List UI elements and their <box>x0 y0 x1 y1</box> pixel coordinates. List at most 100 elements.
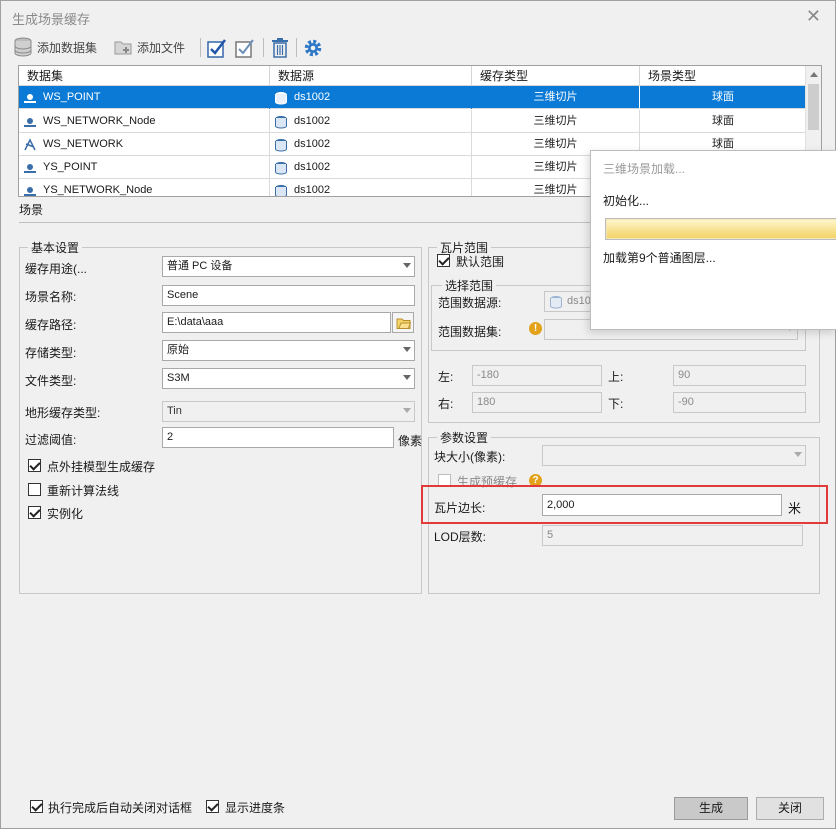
storage-type-label: 存储类型: <box>25 346 77 360</box>
close-button[interactable]: 关闭 <box>756 797 824 820</box>
cell-dataset: YS_NETWORK_Node <box>43 184 153 196</box>
lod-input[interactable]: 5 <box>542 525 803 546</box>
recalc-normals-checkbox[interactable] <box>28 483 41 496</box>
storage-type-select[interactable]: 原始 <box>162 340 415 361</box>
cell-datasource: ds1002 <box>294 138 331 150</box>
block-size-select[interactable] <box>542 445 806 466</box>
toolbar-separator <box>296 38 297 57</box>
datasource-icon <box>275 91 287 104</box>
browse-folder-button[interactable] <box>392 312 414 333</box>
show-progress-checkbox[interactable] <box>206 800 219 813</box>
tab-scene[interactable]: 场景 <box>19 201 43 218</box>
bottom-input[interactable]: -90 <box>673 392 806 413</box>
database-icon <box>14 37 32 57</box>
dialog-window: 生成场景缓存 ✕ 添加数据集 添加文件 数据集 数据源 缓存类型 场景类型 WS… <box>0 0 836 829</box>
highlight-box <box>421 485 828 524</box>
default-range-checkbox[interactable] <box>437 254 450 267</box>
chevron-down-icon <box>403 263 411 268</box>
scroll-up-icon[interactable] <box>810 72 818 77</box>
cell-scene-type[interactable]: 球面 <box>640 110 806 133</box>
chevron-down-icon <box>403 347 411 352</box>
toolbar-separator <box>200 38 201 57</box>
instancing-label: 实例化 <box>47 507 84 521</box>
add-file-label: 添加文件 <box>137 40 186 55</box>
cell-datasource: ds1002 <box>294 184 331 196</box>
file-type-label: 文件类型: <box>25 374 77 388</box>
auto-close-checkbox[interactable] <box>30 800 43 813</box>
top-label: 上: <box>608 370 624 384</box>
chevron-down-icon <box>403 408 411 413</box>
column-header-scene-type[interactable]: 场景类型 <box>640 66 806 86</box>
cache-path-input[interactable]: E:\data\aaa <box>162 312 391 333</box>
select-range-title: 选择范围 <box>442 277 497 294</box>
show-progress-label: 显示进度条 <box>225 801 286 815</box>
toolbar: 添加数据集 添加文件 <box>1 34 835 60</box>
scene-name-input[interactable]: Scene <box>162 285 415 306</box>
cache-usage-value: 普通 PC 设备 <box>167 260 233 272</box>
storage-type-value: 原始 <box>167 344 189 356</box>
point-model-cache-checkbox[interactable] <box>28 459 41 472</box>
datasource-icon <box>275 115 287 128</box>
add-file-icon <box>114 41 132 55</box>
cache-usage-select[interactable]: 普通 PC 设备 <box>162 256 415 277</box>
params-title: 参数设置 <box>437 429 492 446</box>
datasource-icon <box>550 295 562 308</box>
warning-icon: ! <box>529 322 542 335</box>
terrain-cache-type-select[interactable]: Tin <box>162 401 415 422</box>
column-header-dataset[interactable]: 数据集 <box>19 66 270 86</box>
cell-dataset: WS_NETWORK_Node <box>43 115 156 127</box>
left-input[interactable]: -180 <box>472 365 602 386</box>
range-datasource-value: ds10 <box>567 295 591 307</box>
instancing-checkbox[interactable] <box>28 506 41 519</box>
column-header-cache-type[interactable]: 缓存类型 <box>472 66 640 86</box>
cell-scene-type[interactable]: 球面 <box>640 86 806 109</box>
datasource-icon <box>275 138 287 151</box>
default-range-label: 默认范围 <box>456 255 505 269</box>
range-datasource-label: 范围数据源: <box>438 296 502 310</box>
point-model-cache-label: 点外挂模型生成缓存 <box>47 460 156 474</box>
range-dataset-label: 范围数据集: <box>438 325 502 339</box>
file-type-select[interactable]: S3M <box>162 368 415 389</box>
node-dataset-icon <box>24 186 36 196</box>
filter-threshold-input[interactable]: 2 <box>162 427 394 448</box>
node-dataset-icon <box>24 117 36 127</box>
block-size-label: 块大小(像素): <box>434 450 506 464</box>
right-label: 右: <box>438 397 454 411</box>
table-row[interactable]: WS_NETWORK_Node ds1002 三维切片 球面 <box>19 110 806 133</box>
cell-datasource: ds1002 <box>294 161 331 173</box>
column-header-datasource[interactable]: 数据源 <box>270 66 472 86</box>
window-title: 生成场景缓存 <box>12 12 91 27</box>
recalc-normals-label: 重新计算法线 <box>47 484 120 498</box>
filter-threshold-label: 过滤阈值: <box>25 433 77 447</box>
toolbar-separator <box>263 38 264 57</box>
cell-cache-type[interactable]: 三维切片 <box>472 110 640 133</box>
scroll-thumb[interactable] <box>808 84 819 130</box>
close-icon[interactable]: ✕ <box>806 6 821 26</box>
title-bar: 生成场景缓存 ✕ <box>1 1 835 33</box>
popup-loading-text: 加载第9个普通图层... <box>603 251 716 265</box>
folder-icon <box>396 318 411 329</box>
generate-button[interactable]: 生成 <box>674 797 748 820</box>
datasource-icon <box>275 161 287 174</box>
add-file-button[interactable]: 添加文件 <box>113 34 185 60</box>
table-row[interactable]: WS_POINT ds1002 三维切片 球面 <box>19 86 806 109</box>
cache-usage-label: 缓存用途(... <box>25 262 87 276</box>
cell-dataset: WS_POINT <box>43 91 101 103</box>
table-header: 数据集 数据源 缓存类型 场景类型 <box>19 66 806 86</box>
top-input[interactable]: 90 <box>673 365 806 386</box>
invert-select-icon[interactable] <box>234 37 256 59</box>
scene-name-label: 场景名称: <box>25 290 77 304</box>
add-dataset-label: 添加数据集 <box>37 40 98 55</box>
delete-icon[interactable] <box>269 37 291 59</box>
add-dataset-button[interactable]: 添加数据集 <box>13 34 97 60</box>
basic-settings-title: 基本设置 <box>28 239 83 256</box>
cell-cache-type[interactable]: 三维切片 <box>472 86 640 109</box>
datasource-icon <box>275 184 287 196</box>
popup-title: 三维场景加载... <box>603 162 686 176</box>
filter-unit-label: 像素 <box>398 434 423 448</box>
cell-datasource: ds1002 <box>294 91 331 103</box>
select-all-icon[interactable] <box>206 37 228 59</box>
gear-icon[interactable] <box>302 37 324 59</box>
right-input[interactable]: 180 <box>472 392 602 413</box>
terrain-cache-type-value: Tin <box>167 405 182 417</box>
